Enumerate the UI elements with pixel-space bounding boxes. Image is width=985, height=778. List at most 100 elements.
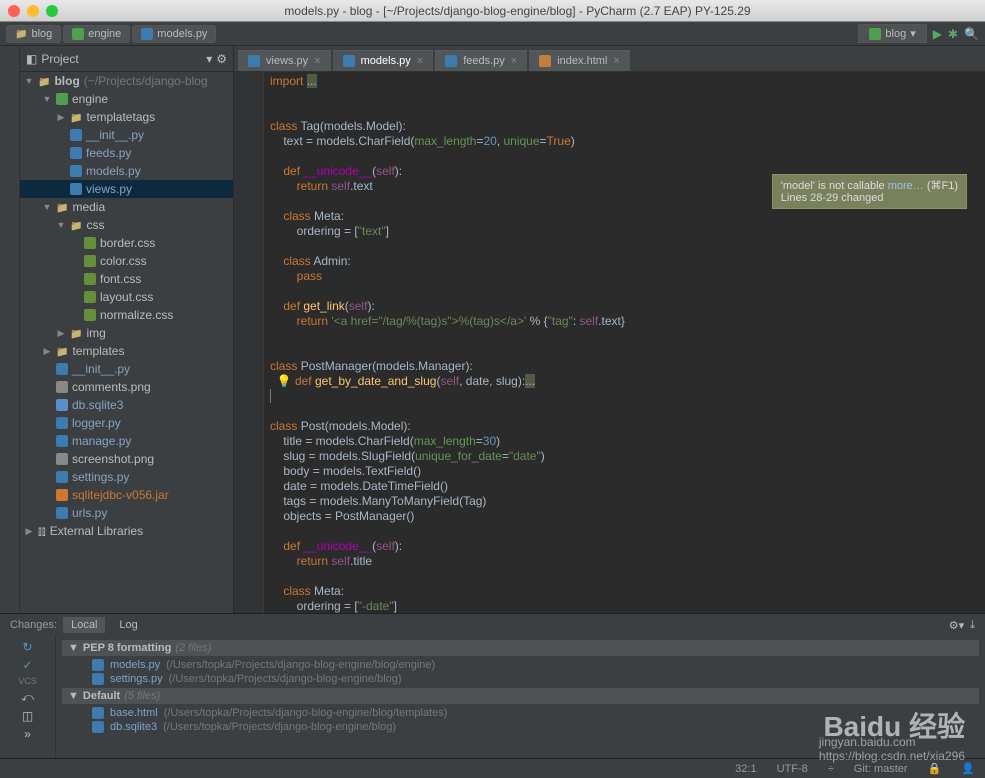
tree-item-label: layout.css xyxy=(100,290,153,304)
tree-item[interactable]: ▶templates xyxy=(20,342,233,360)
tooltip-more-link[interactable]: more… xyxy=(888,180,924,192)
settings-icon[interactable]: ⚙ xyxy=(216,52,227,66)
tree-item[interactable]: normalize.css xyxy=(20,306,233,324)
tree-item-label: comments.png xyxy=(72,380,151,394)
py-icon xyxy=(70,183,82,195)
breadcrumb-item[interactable]: models.py xyxy=(132,25,216,43)
tree-item[interactable]: color.css xyxy=(20,252,233,270)
html-icon xyxy=(539,55,551,67)
expand-arrow[interactable]: ▶ xyxy=(56,112,66,123)
git-branch[interactable]: Git: master xyxy=(854,763,908,775)
tree-item[interactable]: views.py xyxy=(20,180,233,198)
tree-item[interactable]: border.css xyxy=(20,234,233,252)
minimize-window-button[interactable] xyxy=(27,5,39,17)
tree-item[interactable]: ▶ templatetags xyxy=(20,108,233,126)
expand-arrow[interactable]: ▶ xyxy=(24,526,34,537)
change-group[interactable]: ▼ Default (5 files) xyxy=(62,688,979,704)
tree-item[interactable]: settings.py xyxy=(20,468,233,486)
expand-arrow[interactable]: ▼ xyxy=(42,202,52,212)
close-tab-icon[interactable]: × xyxy=(613,55,619,67)
expand-arrow[interactable]: ▼ xyxy=(42,94,52,104)
refresh-icon[interactable]: ↻ xyxy=(22,640,32,654)
tree-item[interactable]: __init__.py xyxy=(20,126,233,144)
changes-tab-log[interactable]: Log xyxy=(111,617,145,633)
close-tab-icon[interactable]: × xyxy=(314,55,320,67)
tree-item[interactable]: ▼engine xyxy=(20,90,233,108)
caret-position[interactable]: 32:1 xyxy=(735,763,756,775)
close-tab-icon[interactable]: × xyxy=(511,55,517,67)
tree-item[interactable]: logger.py xyxy=(20,414,233,432)
close-tab-icon[interactable]: × xyxy=(417,55,423,67)
diff-icon[interactable]: ◫ xyxy=(22,709,33,723)
line-ending-icon[interactable]: ÷ xyxy=(828,763,834,775)
code-content[interactable]: import ... class Tag(models.Model): text… xyxy=(264,72,985,613)
editor-gutter[interactable] xyxy=(234,72,264,613)
code-editor[interactable]: import ... class Tag(models.Model): text… xyxy=(234,72,985,613)
change-file[interactable]: settings.py (/Users/topka/Projects/djang… xyxy=(62,672,979,686)
tree-item[interactable]: ▶img xyxy=(20,324,233,342)
tree-item[interactable]: sqlitejdbc-v056.jar xyxy=(20,486,233,504)
project-header[interactable]: ◧ Project ▾ ⚙ xyxy=(20,46,233,72)
editor-tab[interactable]: models.py× xyxy=(333,50,434,71)
tree-item[interactable]: feeds.py xyxy=(20,144,233,162)
png-icon xyxy=(56,453,68,465)
close-window-button[interactable] xyxy=(8,5,20,17)
change-group[interactable]: ▼ PEP 8 formatting (2 files) xyxy=(62,640,979,656)
file-encoding[interactable]: UTF-8 xyxy=(777,763,808,775)
commit-icon[interactable]: ✓ xyxy=(22,658,32,672)
change-file-path: (/Users/topka/Projects/django-blog-engin… xyxy=(163,721,396,733)
expand-arrow[interactable]: ▶ xyxy=(42,346,52,357)
tree-item[interactable]: font.css xyxy=(20,270,233,288)
expand-arrow[interactable]: ▼ xyxy=(56,220,66,230)
tree-item[interactable]: db.sqlite3 xyxy=(20,396,233,414)
expand-arrow[interactable]: ▶ xyxy=(56,328,66,339)
changes-tab-local[interactable]: Local xyxy=(63,617,105,633)
lock-icon[interactable]: 🔒 xyxy=(928,762,942,775)
tree-item[interactable]: urls.py xyxy=(20,504,233,522)
tree-item[interactable]: comments.png xyxy=(20,378,233,396)
change-file[interactable]: models.py (/Users/topka/Projects/django-… xyxy=(62,658,979,672)
dj-icon xyxy=(56,93,68,105)
editor-tab[interactable]: views.py× xyxy=(238,50,331,71)
tree-item[interactable]: models.py xyxy=(20,162,233,180)
tree-item[interactable]: ▼media xyxy=(20,198,233,216)
change-file-name: base.html xyxy=(110,707,158,719)
tree-item-label: urls.py xyxy=(72,506,107,520)
vcs-label: VCS xyxy=(18,676,37,686)
run-button[interactable]: ▶ xyxy=(933,27,942,41)
chevron-down-icon[interactable]: ▾ xyxy=(206,52,212,66)
breadcrumb-item[interactable]: blog xyxy=(6,25,61,43)
editor-tab[interactable]: feeds.py× xyxy=(435,50,527,71)
tree-item-label: __init__.py xyxy=(72,362,130,376)
tree-item[interactable]: screenshot.png xyxy=(20,450,233,468)
hector-icon[interactable]: 👤 xyxy=(961,762,975,775)
tree-item[interactable]: manage.py xyxy=(20,432,233,450)
maximize-window-button[interactable] xyxy=(46,5,58,17)
tree-item[interactable]: layout.css xyxy=(20,288,233,306)
editor-tab[interactable]: index.html× xyxy=(529,50,630,71)
tool-window-stripe-left[interactable] xyxy=(0,46,20,613)
change-group-name: PEP 8 formatting xyxy=(83,642,171,654)
main-area: ◧ Project ▾ ⚙ ▼ blog (~/Projects/django-… xyxy=(0,46,985,613)
expand-chevron[interactable]: » xyxy=(24,727,31,741)
project-tree[interactable]: ▼ blog (~/Projects/django-blog ▼engine▶t… xyxy=(20,72,233,613)
run-config-selector[interactable]: blog▾ xyxy=(858,24,926,43)
change-file-name: models.py xyxy=(110,659,160,671)
settings-icon[interactable]: ⚙▾ xyxy=(949,619,964,632)
debug-button[interactable]: ✱ xyxy=(948,27,958,41)
tree-item-label: templatetags xyxy=(86,110,155,124)
expand-arrow[interactable]: ▼ xyxy=(68,690,79,702)
external-libraries[interactable]: ▶ ⫾⫾ External Libraries xyxy=(20,522,233,540)
expand-arrow[interactable]: ▼ xyxy=(24,76,34,86)
tree-item[interactable]: ▼css xyxy=(20,216,233,234)
editor-tabs: views.py×models.py×feeds.py×index.html× xyxy=(234,46,985,72)
rollback-icon[interactable]: ⤺ xyxy=(21,690,34,705)
expand-arrow[interactable]: ▼ xyxy=(68,642,79,654)
breadcrumb-item[interactable]: engine xyxy=(63,25,130,43)
hide-icon[interactable]: ⤓ xyxy=(970,619,975,632)
search-icon[interactable]: 🔍 xyxy=(964,27,979,41)
tree-root[interactable]: ▼ blog (~/Projects/django-blog xyxy=(20,72,233,90)
tree-item[interactable]: __init__.py xyxy=(20,360,233,378)
tree-item-label: screenshot.png xyxy=(72,452,154,466)
tree-item-label: color.css xyxy=(100,254,147,268)
